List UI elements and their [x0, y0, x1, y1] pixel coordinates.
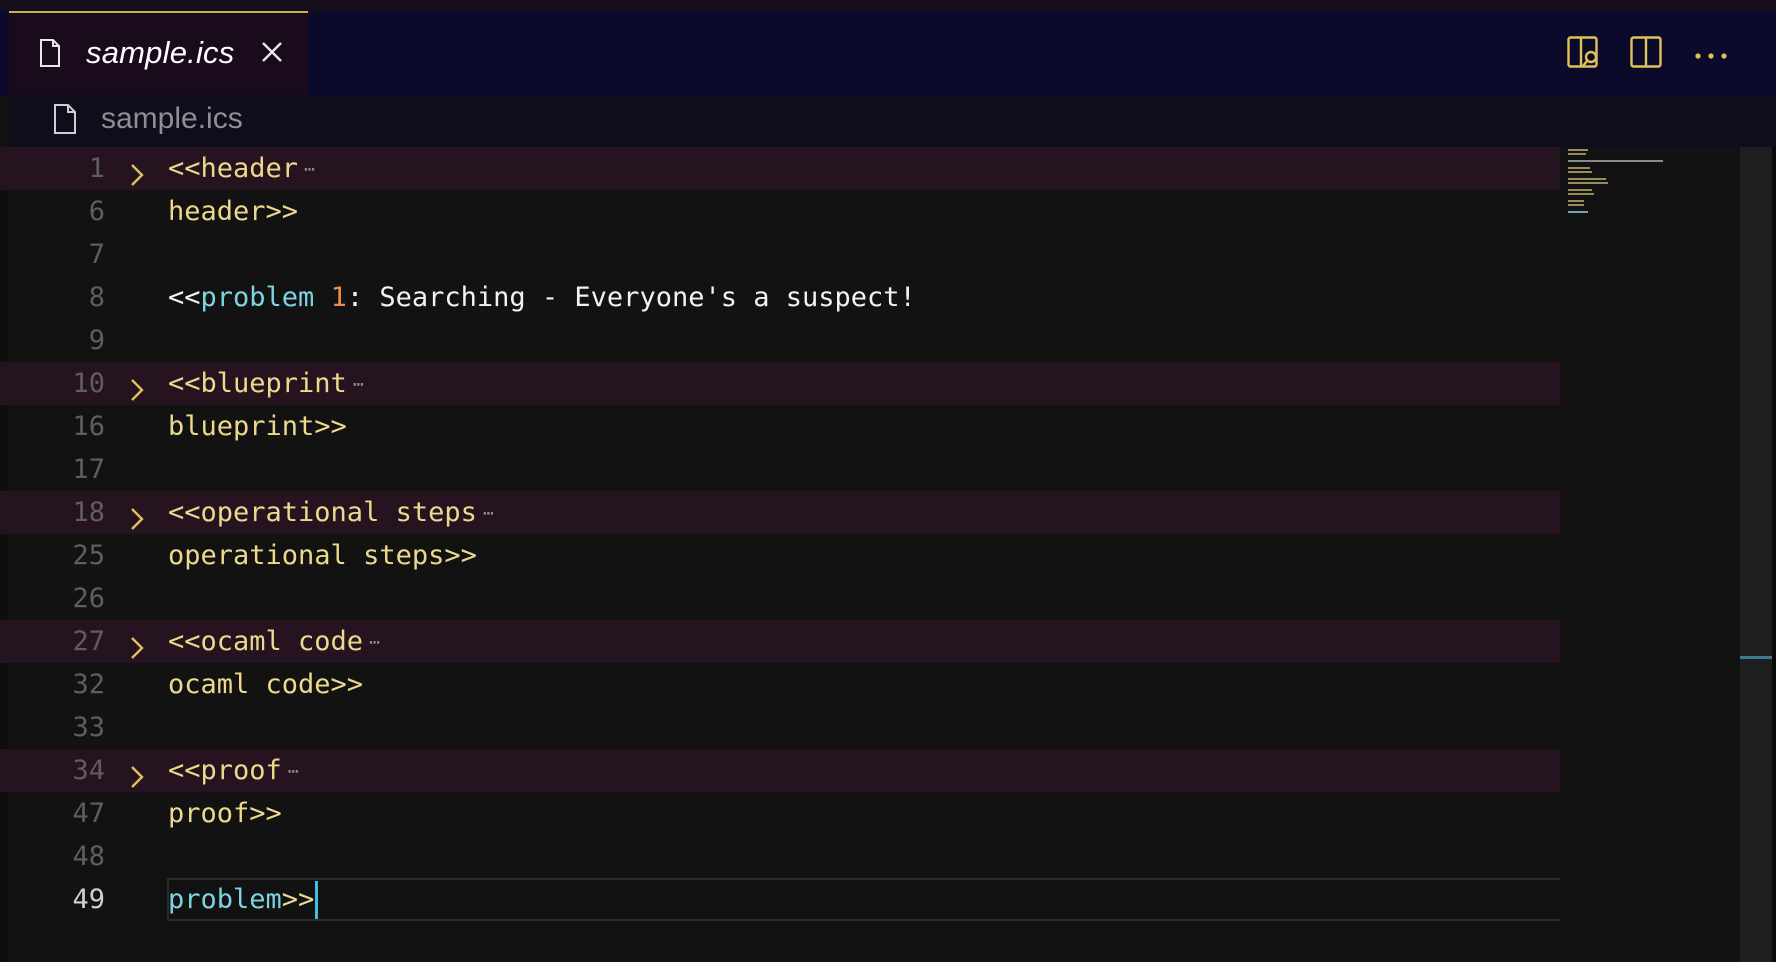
code-line[interactable]: 1 <<header ⋯ [0, 147, 1595, 190]
line-number: 33 [72, 712, 105, 743]
code-line[interactable]: 7 [0, 233, 1595, 276]
code-text: <<blueprint [168, 368, 347, 399]
fold-ellipsis[interactable]: ⋯ [288, 761, 299, 782]
code-line[interactable]: 17 [0, 448, 1595, 491]
code-keyword: problem [168, 884, 282, 915]
tab-title: sample.ics [86, 35, 235, 70]
tab-bar: sample.ics [0, 11, 1776, 95]
code-text: <<header [168, 153, 299, 184]
line-number: 16 [72, 411, 105, 442]
title-strip [0, 0, 1776, 11]
line-number: 25 [72, 540, 105, 571]
line-number: 17 [72, 454, 105, 485]
code-line[interactable]: 25 operational steps>> [0, 534, 1595, 577]
code-text: operational steps>> [168, 540, 477, 571]
text-caret [315, 880, 319, 921]
line-number: 27 [72, 626, 105, 657]
minimap-line [1568, 160, 1663, 162]
close-icon[interactable] [261, 41, 283, 68]
minimap-line [1568, 149, 1588, 151]
minimap-line [1568, 182, 1608, 184]
code-text: <<operational steps [168, 497, 477, 528]
code-text: ocaml code>> [168, 669, 364, 700]
code-line[interactable]: 9 [0, 319, 1595, 362]
code-line[interactable]: 33 [0, 706, 1595, 749]
code-text: << [168, 282, 201, 313]
line-number: 1 [88, 153, 105, 184]
vertical-scrollbar[interactable] [1740, 147, 1776, 962]
line-number: 6 [88, 196, 105, 227]
code-line[interactable]: 18 <<operational steps ⋯ [0, 491, 1595, 534]
code-line[interactable]: 16 blueprint>> [0, 405, 1595, 448]
fold-ellipsis[interactable]: ⋯ [369, 632, 380, 653]
code-text: : Searching - Everyone's a suspect! [346, 282, 916, 313]
line-number: 48 [72, 841, 105, 872]
more-actions-icon[interactable] [1694, 47, 1728, 65]
line-number: 26 [72, 583, 105, 614]
line-number: 32 [72, 669, 105, 700]
code-editor[interactable]: 1 <<header ⋯ 6 header>> 7 8 <<problem 1: … [0, 147, 1740, 962]
line-number: 34 [72, 755, 105, 786]
fold-ellipsis[interactable]: ⋯ [353, 374, 364, 395]
window-edge [1772, 147, 1776, 962]
line-number: 49 [72, 884, 105, 915]
minimap-line [1568, 167, 1590, 169]
minimap-line [1568, 178, 1606, 180]
code-keyword: problem [200, 282, 315, 313]
code-line[interactable]: 32 ocaml code>> [0, 663, 1595, 706]
code-text: >> [281, 884, 315, 915]
tab-sample-ics[interactable]: sample.ics [9, 11, 308, 95]
line-number: 9 [88, 325, 105, 356]
code-line[interactable]: 27 <<ocaml code ⋯ [0, 620, 1595, 663]
code-line[interactable]: 8 <<problem 1: Searching - Everyone's a … [0, 276, 1595, 319]
minimap-line [1568, 204, 1584, 206]
minimap-line [1568, 200, 1584, 202]
line-number: 10 [72, 368, 105, 399]
code-text: blueprint>> [168, 411, 347, 442]
code-number: 1 [330, 282, 347, 313]
code-line[interactable]: 6 header>> [0, 190, 1595, 233]
minimap-line [1568, 171, 1592, 173]
code-line[interactable]: 34 <<proof ⋯ [0, 749, 1595, 792]
code-text: proof>> [168, 798, 282, 829]
code-line[interactable]: 48 [0, 835, 1595, 878]
minimap-line [1568, 153, 1586, 155]
code-text: header>> [168, 196, 299, 227]
minimap-line [1568, 211, 1588, 213]
minimap-line [1568, 193, 1594, 195]
file-icon [39, 39, 61, 72]
scrollbar-cursor-marker [1740, 656, 1772, 659]
breadcrumb: sample.ics [9, 95, 1776, 147]
breadcrumb-file[interactable]: sample.ics [101, 102, 243, 136]
split-editor-icon[interactable] [1630, 36, 1662, 73]
code-text: <<proof [168, 755, 282, 786]
line-number: 47 [72, 798, 105, 829]
code-line[interactable]: 47 proof>> [0, 792, 1595, 835]
fold-ellipsis[interactable]: ⋯ [483, 503, 494, 524]
line-number: 18 [72, 497, 105, 528]
minimap-line [1568, 189, 1592, 191]
code-text: <<ocaml code [168, 626, 364, 657]
open-preview-icon[interactable] [1567, 36, 1601, 73]
minimap[interactable] [1560, 147, 1740, 962]
code-line-current[interactable]: 49 problem>> [0, 878, 1595, 921]
file-icon [53, 104, 77, 139]
fold-ellipsis[interactable]: ⋯ [304, 159, 315, 180]
line-number: 8 [88, 282, 105, 313]
code-line[interactable]: 10 <<blueprint ⋯ [0, 362, 1595, 405]
line-number: 7 [88, 239, 105, 270]
code-line[interactable]: 26 [0, 577, 1595, 620]
